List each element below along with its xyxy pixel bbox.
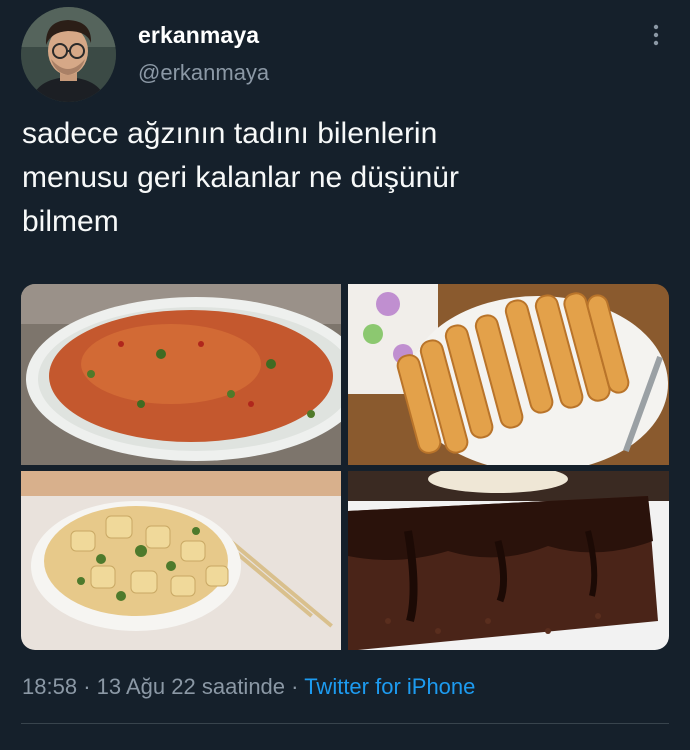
tweet-text: sadece ağzının tadını bilenlerin menusu …: [22, 112, 662, 244]
tweet-meta: 18:58 · 13 Ağu 22 saatinde · Twitter for…: [22, 674, 475, 700]
display-name[interactable]: erkanmaya: [138, 22, 259, 49]
media-photo-chocolate-cake[interactable]: [348, 471, 669, 650]
divider: [21, 723, 669, 724]
meta-separator: ·: [83, 674, 91, 699]
tweet-time[interactable]: 18:58: [22, 674, 77, 699]
more-vertical-icon[interactable]: [644, 20, 668, 50]
user-handle[interactable]: @erkanmaya: [138, 60, 269, 86]
media-photo-kisir[interactable]: [21, 284, 341, 465]
tweet-source-link[interactable]: Twitter for iPhone: [304, 674, 475, 699]
tweet: erkanmaya @erkanmaya sadece ağzının tadı…: [0, 0, 690, 750]
media-photo-potato-salad[interactable]: [21, 471, 341, 650]
tweet-text-line: bilmem: [22, 205, 119, 238]
tweet-date[interactable]: 13 Ağu 22 saatinde: [97, 674, 285, 699]
tweet-text-line: menusu geri kalanlar ne düşünür: [22, 161, 459, 194]
meta-separator: ·: [291, 674, 299, 699]
avatar[interactable]: [21, 7, 116, 102]
media-photo-borek[interactable]: [348, 284, 669, 465]
tweet-text-line: sadece ağzının tadını bilenlerin: [22, 117, 438, 150]
media-grid: [21, 284, 669, 650]
